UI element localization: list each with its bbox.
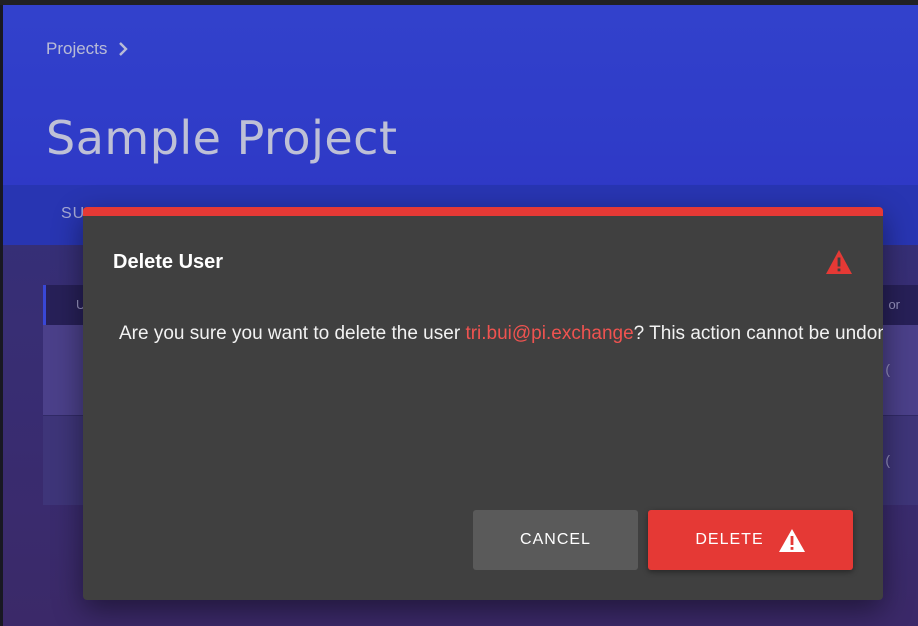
- delete-button-label: DELETE: [695, 531, 764, 548]
- dialog-accent-bar: [83, 207, 883, 216]
- warning-triangle-icon: [826, 250, 852, 274]
- delete-button[interactable]: DELETE: [648, 510, 853, 570]
- delete-user-dialog: Delete User Are you sure you want to del…: [83, 207, 883, 600]
- dialog-message-prefix: Are you sure you want to delete the user: [119, 323, 466, 344]
- user-email: tri.bui@pi.exchange: [465, 323, 634, 344]
- cancel-button-label: CANCEL: [520, 531, 591, 548]
- cancel-button[interactable]: CANCEL: [473, 510, 638, 570]
- dialog-message: Are you sure you want to delete the user…: [119, 323, 883, 345]
- dialog-message-suffix: ? This action cannot be undone.: [633, 323, 883, 344]
- dialog-title: Delete User: [113, 251, 224, 273]
- warning-triangle-icon: [778, 528, 805, 552]
